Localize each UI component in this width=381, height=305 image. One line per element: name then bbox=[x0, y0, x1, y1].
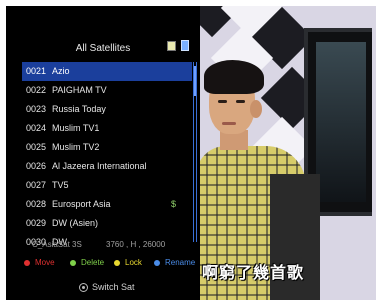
channel-row[interactable]: 0028 Eurosport Asia $ bbox=[22, 195, 192, 214]
live-video: 啊窮了幾首歌 bbox=[200, 6, 376, 300]
channel-list-panel: All Satellites 0021 Azio 0022 PAIGHAM TV 0… bbox=[6, 6, 200, 300]
channel-name: DW (Asien) bbox=[52, 218, 99, 228]
delete-label: Delete bbox=[81, 258, 105, 267]
scrambled-icon: $ bbox=[170, 199, 176, 209]
channel-number: 0025 bbox=[26, 142, 47, 152]
lock-key[interactable]: Lock bbox=[114, 258, 142, 267]
move-label: Move bbox=[35, 258, 55, 267]
switch-sat-button[interactable]: Switch Sat bbox=[79, 282, 135, 293]
presenter-eye bbox=[236, 100, 245, 103]
info-icon[interactable] bbox=[181, 40, 189, 51]
channel-row[interactable]: 0021 Azio bbox=[22, 62, 192, 81]
presenter-ear bbox=[250, 100, 262, 118]
rename-key[interactable]: Rename bbox=[154, 258, 195, 267]
rename-label: Rename bbox=[165, 258, 196, 267]
channel-name: Al Jazeera International bbox=[52, 161, 147, 171]
list-scrollbar[interactable] bbox=[193, 62, 197, 242]
channel-name: Russia Today bbox=[52, 104, 106, 114]
channel-list: 0021 Azio 0022 PAIGHAM TV 0023 Russia Today… bbox=[22, 62, 192, 252]
tv-screen: 啊窮了幾首歌 All Satellites 0021 Azio 0022 PAIGH… bbox=[6, 6, 376, 300]
channel-number: 0026 bbox=[26, 161, 47, 171]
yellow-key-icon bbox=[114, 259, 120, 266]
channel-name: Muslim TV1 bbox=[52, 123, 100, 133]
move-key[interactable]: Move bbox=[24, 258, 55, 267]
switch-sat-label: Switch Sat bbox=[92, 282, 135, 292]
color-key-legend: Move Delete Lock Rename bbox=[24, 258, 200, 270]
red-key-icon bbox=[24, 259, 30, 266]
channel-number: 0029 bbox=[26, 218, 47, 228]
channel-name: TV5 bbox=[52, 180, 69, 190]
lock-label: Lock bbox=[125, 258, 142, 267]
blue-key-icon bbox=[154, 259, 160, 266]
remote-button-icon bbox=[79, 283, 88, 293]
scrollbar-thumb[interactable] bbox=[194, 66, 196, 96]
channel-number: 0022 bbox=[26, 85, 47, 95]
video-subtitle: 啊窮了幾首歌 bbox=[202, 265, 305, 282]
channel-row[interactable]: 0026 Al Jazeera International bbox=[22, 157, 192, 176]
channel-row[interactable]: 0029 DW (Asien) bbox=[22, 214, 192, 233]
channel-number: 0024 bbox=[26, 123, 47, 133]
channel-number: 0021 bbox=[26, 66, 47, 76]
channel-number: 0027 bbox=[26, 180, 47, 190]
channel-row[interactable]: 0025 Muslim TV2 bbox=[22, 138, 192, 157]
satellite-name: C_AsiaSat 3S bbox=[32, 240, 82, 249]
channel-name: PAIGHAM TV bbox=[52, 85, 107, 95]
channel-row[interactable]: 0023 Russia Today bbox=[22, 100, 192, 119]
presenter-hair bbox=[204, 60, 264, 94]
transponder-info: 3760 , H , 26000 bbox=[106, 240, 166, 249]
presenter-mouth bbox=[222, 122, 236, 125]
monitor-screen bbox=[316, 42, 366, 202]
green-key-icon bbox=[70, 259, 76, 266]
channel-number: 0023 bbox=[26, 104, 47, 114]
channel-name: Azio bbox=[52, 66, 70, 76]
channel-row[interactable]: 0027 TV5 bbox=[22, 176, 192, 195]
folder-icon[interactable] bbox=[167, 41, 176, 51]
channel-number: 0028 bbox=[26, 199, 47, 209]
satellite-info: C_AsiaSat 3S 3760 , H , 26000 bbox=[32, 240, 190, 249]
delete-key[interactable]: Delete bbox=[70, 258, 104, 267]
channel-row[interactable]: 0022 PAIGHAM TV bbox=[22, 81, 192, 100]
channel-name: Muslim TV2 bbox=[52, 142, 100, 152]
channel-name: Eurosport Asia bbox=[52, 199, 111, 209]
presenter-eye bbox=[218, 100, 227, 103]
channel-row[interactable]: 0024 Muslim TV1 bbox=[22, 119, 192, 138]
